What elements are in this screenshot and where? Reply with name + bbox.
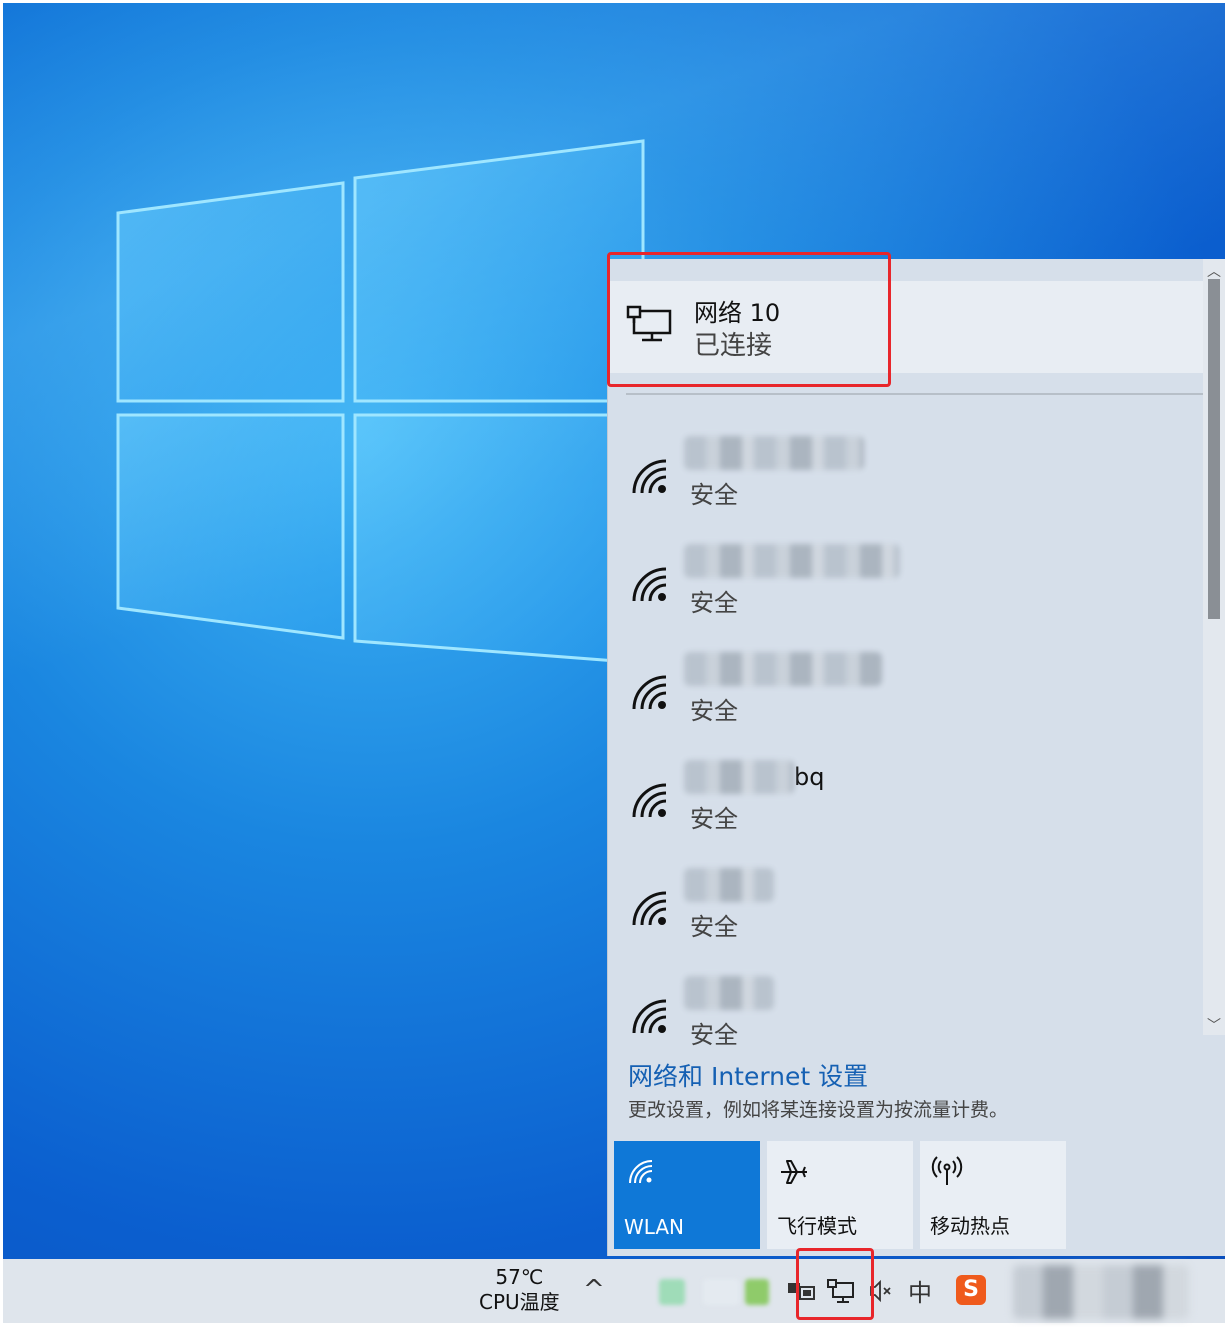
wifi-secured-icon [632,891,667,926]
wifi-network-item[interactable]: 安全 [608,651,1203,759]
wifi-network-item[interactable]: 安全 [608,867,1203,975]
wifi-security-label: 安全 [690,1021,738,1049]
wifi-network-item[interactable]: 安全 [608,543,1203,651]
cpu-temperature-value: 57℃ [495,1265,544,1289]
redacted-network-name [684,760,794,794]
wifi-security-label: 安全 [690,481,738,509]
wifi-network-name [684,867,774,903]
hotspot-icon [931,1156,963,1185]
wifi-security-label: 安全 [690,697,738,725]
network-list-scrollbar[interactable]: ︿ ﹀ [1203,259,1225,1035]
network-settings-description: 更改设置，例如将某连接设置为按流量计费。 [628,1099,1009,1121]
wifi-network-name [684,651,882,687]
wifi-security-label: 安全 [690,913,738,941]
input-method-indicator[interactable]: 中 [908,1273,932,1308]
wifi-icon [629,1160,653,1184]
highlight-box-connected-network [607,252,891,387]
wifi-network-name [684,975,774,1011]
sogou-input-icon[interactable]: S [956,1275,986,1305]
redacted-network-name [684,868,774,902]
scrollbar-thumb[interactable] [1208,279,1220,619]
redacted-network-name [684,652,882,686]
wifi-security-label: 安全 [690,589,738,617]
wifi-secured-icon [632,675,667,710]
network-settings-link[interactable]: 网络和 Internet 设置 [628,1057,868,1093]
redacted-network-name [684,436,864,470]
wifi-secured-icon [632,999,667,1034]
airplane-mode-button[interactable]: 飞行模式 [767,1141,913,1249]
redacted-network-name [684,976,774,1010]
wlan-toggle-label: WLAN [624,1215,685,1239]
redacted-clock[interactable] [1013,1265,1189,1319]
scroll-up-chevron-icon[interactable]: ︿ [1207,261,1221,281]
mobile-hotspot-label: 移动热点 [930,1214,1010,1238]
cpu-temperature-label: CPU温度 [479,1290,560,1314]
tray-app-icon[interactable] [745,1279,769,1305]
airplane-icon [781,1160,807,1184]
taskbar: 57℃ CPU温度 ^ 中 S [3,1259,1225,1323]
network-flyout: 网络 10 已连接 安全 安全 安全 bq 安全 安全 安全 ︿ ﹀ 网络和 I… [607,259,1225,1256]
wifi-network-name [684,543,900,579]
wifi-secured-icon [632,459,667,494]
network-list-divider [626,393,1203,395]
wifi-network-name: bq [684,759,824,795]
wifi-network-item[interactable]: 安全 [608,435,1203,543]
mobile-hotspot-button[interactable]: 移动热点 [920,1141,1066,1249]
wifi-secured-icon [632,567,667,602]
show-hidden-icons-chevron-icon[interactable]: ^ [583,1275,605,1305]
highlight-box-network-tray-icon [796,1248,874,1320]
wifi-security-label: 安全 [690,805,738,833]
cpu-temperature-widget[interactable]: 57℃ CPU温度 [479,1265,560,1315]
wlan-toggle-button[interactable]: WLAN [614,1141,760,1249]
wifi-secured-icon [632,783,667,818]
wifi-network-name [684,435,864,471]
wifi-network-item[interactable]: bq 安全 [608,759,1203,867]
redacted-network-name [684,544,900,578]
tray-app-icon[interactable] [659,1279,685,1305]
airplane-mode-label: 飞行模式 [777,1214,857,1238]
tray-app-icon[interactable] [703,1279,739,1305]
scroll-down-chevron-icon[interactable]: ﹀ [1207,1015,1221,1035]
